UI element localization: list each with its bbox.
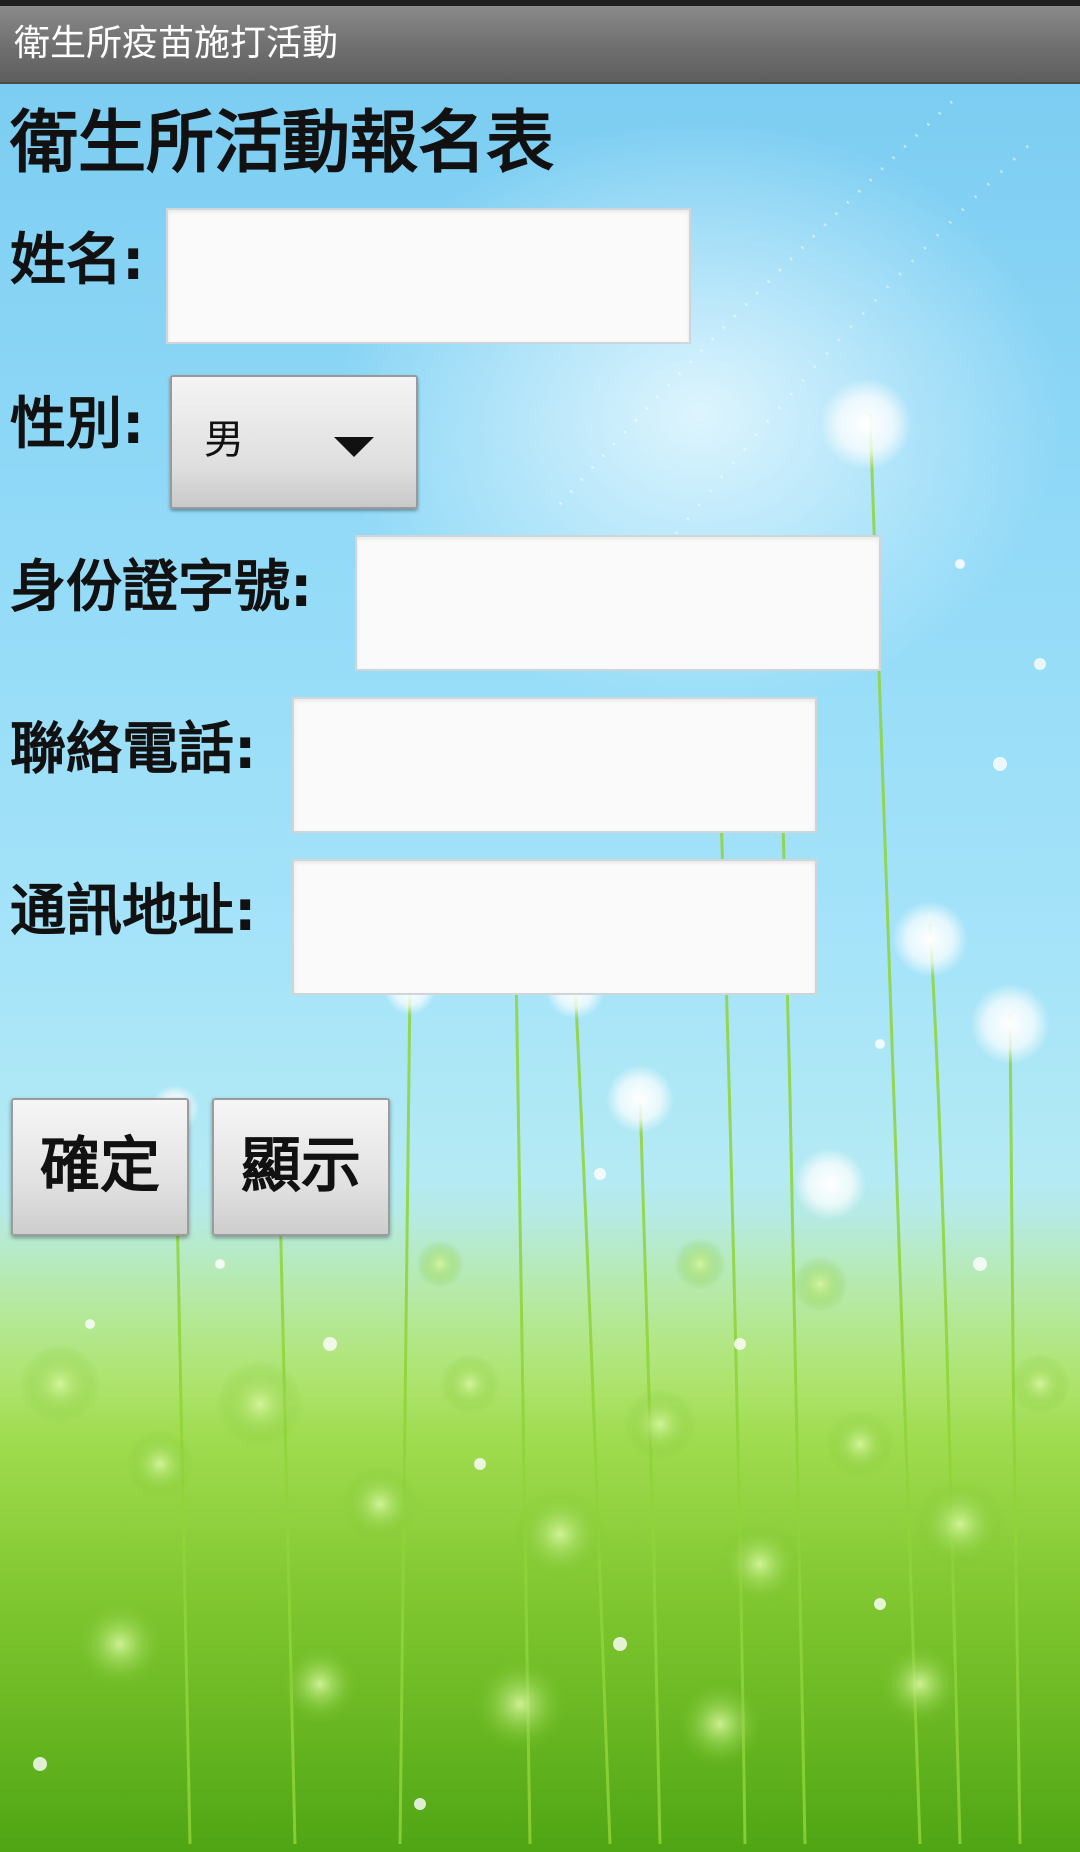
confirm-button[interactable]: 確定: [11, 1098, 189, 1236]
gender-selected-value: 男: [204, 417, 244, 463]
triangle-down-icon: [334, 437, 374, 457]
form-area: 衛生所活動報名表 姓名: 性別: 男 身份證字號: 聯絡電話: 通訊地址: 確定…: [0, 84, 1080, 1852]
gender-dropdown[interactable]: 男: [170, 375, 418, 509]
name-input[interactable]: [166, 208, 691, 344]
phone-input[interactable]: [292, 697, 817, 833]
id-number-input[interactable]: [355, 535, 881, 671]
app-title: 衛生所疫苗施打活動: [14, 23, 339, 64]
address-label: 通訊地址:: [10, 879, 257, 944]
phone-label: 聯絡電話:: [10, 717, 257, 782]
id-number-label: 身份證字號:: [10, 555, 313, 620]
title-bar: 衛生所疫苗施打活動: [0, 6, 1080, 84]
gender-label: 性別:: [10, 392, 145, 457]
display-button[interactable]: 顯示: [212, 1098, 390, 1236]
app-screen: 衛生所疫苗施打活動 衛生所活動報名表 姓名: 性別: 男 身份證字號: 聯絡電話…: [0, 0, 1080, 1852]
form-heading: 衛生所活動報名表: [10, 104, 555, 183]
address-input[interactable]: [292, 859, 817, 995]
name-label: 姓名:: [10, 228, 145, 293]
